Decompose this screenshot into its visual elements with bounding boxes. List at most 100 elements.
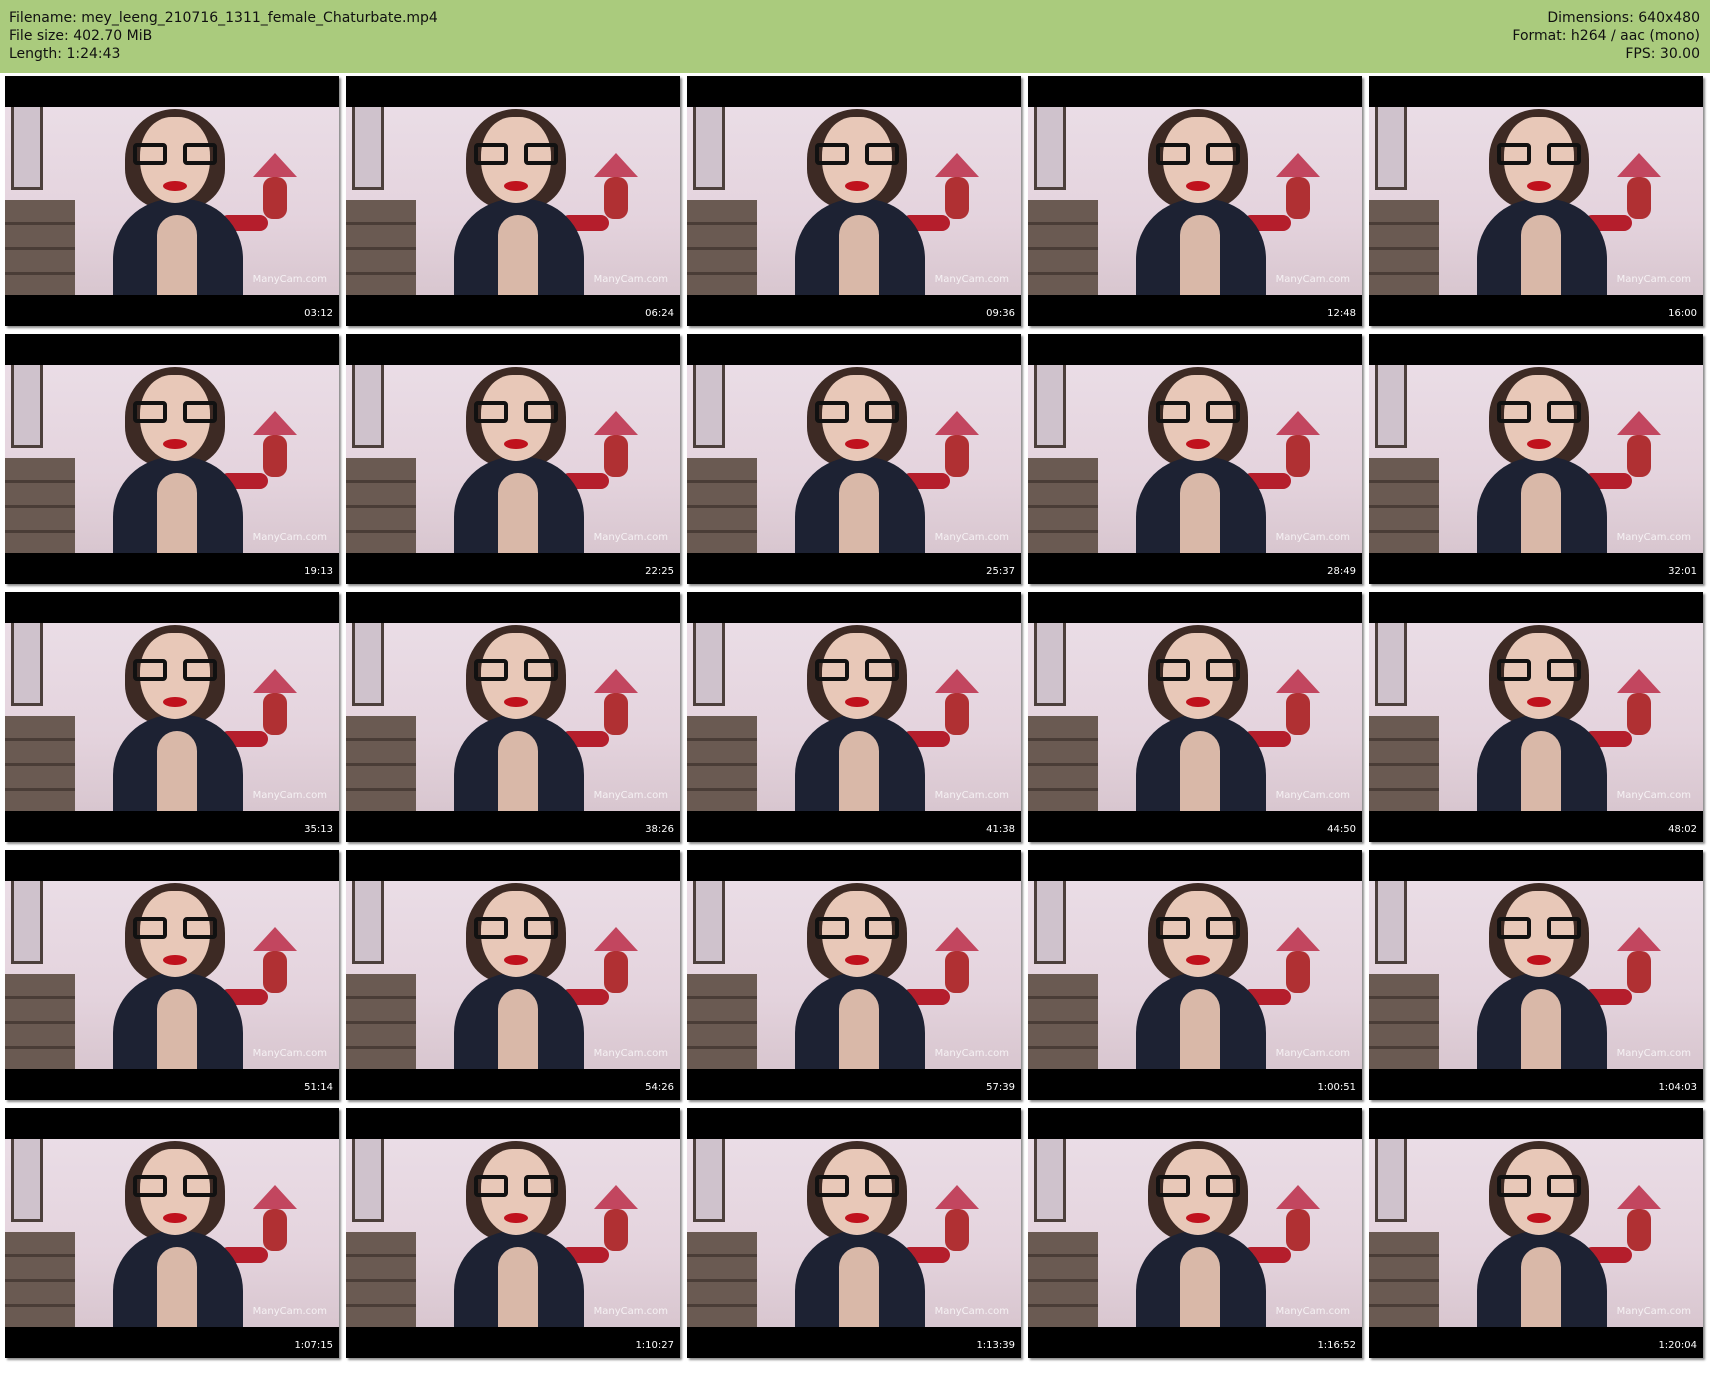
video-thumbnail[interactable]: ManyCam.com 1:07:15 bbox=[5, 1108, 339, 1358]
glasses-shape bbox=[474, 659, 558, 683]
video-thumbnail[interactable]: ManyCam.com 1:16:52 bbox=[1028, 1108, 1362, 1358]
video-thumbnail[interactable]: ManyCam.com 44:50 bbox=[1028, 592, 1362, 842]
video-thumbnail[interactable]: ManyCam.com 06:24 bbox=[346, 76, 680, 326]
frame-image: ManyCam.com bbox=[346, 623, 680, 811]
person-chest-shape bbox=[839, 215, 879, 295]
thumbnail-timestamp: 1:20:04 bbox=[1658, 1340, 1697, 1351]
thumbnail-timestamp: 51:14 bbox=[304, 1082, 333, 1093]
frame-image: ManyCam.com bbox=[687, 881, 1021, 1069]
thumbnail-timestamp: 54:26 bbox=[645, 1082, 674, 1093]
video-thumbnail[interactable]: ManyCam.com 32:01 bbox=[1369, 334, 1703, 584]
frame-image: ManyCam.com bbox=[346, 1139, 680, 1327]
lamp-base-shape bbox=[1627, 435, 1651, 477]
dresser-shape bbox=[687, 716, 757, 811]
video-thumbnail[interactable]: ManyCam.com 03:12 bbox=[5, 76, 339, 326]
video-thumbnail[interactable]: ManyCam.com 38:26 bbox=[346, 592, 680, 842]
lamp-shade-shape bbox=[253, 153, 297, 177]
watermark-text: ManyCam.com bbox=[1616, 532, 1691, 543]
mirror-shape bbox=[352, 107, 384, 190]
lips-shape bbox=[1527, 1213, 1551, 1223]
lips-shape bbox=[1186, 181, 1210, 191]
watermark-text: ManyCam.com bbox=[1616, 790, 1691, 801]
frame-image: ManyCam.com bbox=[687, 365, 1021, 553]
watermark-text: ManyCam.com bbox=[252, 532, 327, 543]
lamp-shade-shape bbox=[1276, 411, 1320, 435]
frame-image: ManyCam.com bbox=[1028, 881, 1362, 1069]
dresser-shape bbox=[1028, 1232, 1098, 1327]
fps-text: FPS: 30.00 bbox=[1625, 46, 1700, 62]
video-thumbnail[interactable]: ManyCam.com 1:10:27 bbox=[346, 1108, 680, 1358]
video-thumbnail[interactable]: ManyCam.com 28:49 bbox=[1028, 334, 1362, 584]
dresser-shape bbox=[1369, 1232, 1439, 1327]
watermark-text: ManyCam.com bbox=[593, 1306, 668, 1317]
person-chest-shape bbox=[1521, 473, 1561, 553]
lamp-shade-shape bbox=[1617, 411, 1661, 435]
video-thumbnail[interactable]: ManyCam.com 51:14 bbox=[5, 850, 339, 1100]
person-chest-shape bbox=[498, 731, 538, 811]
video-thumbnail[interactable]: ManyCam.com 12:48 bbox=[1028, 76, 1362, 326]
lips-shape bbox=[163, 439, 187, 449]
frame-image: ManyCam.com bbox=[1369, 881, 1703, 1069]
watermark-text: ManyCam.com bbox=[1275, 274, 1350, 285]
frame-image: ManyCam.com bbox=[687, 107, 1021, 295]
video-thumbnail[interactable]: ManyCam.com 19:13 bbox=[5, 334, 339, 584]
glasses-shape bbox=[1156, 143, 1240, 167]
thumbnail-timestamp: 1:13:39 bbox=[976, 1340, 1015, 1351]
video-thumbnail[interactable]: ManyCam.com 35:13 bbox=[5, 592, 339, 842]
glasses-shape bbox=[1156, 917, 1240, 941]
thumbnail-timestamp: 09:36 bbox=[986, 308, 1015, 319]
video-thumbnail[interactable]: ManyCam.com 54:26 bbox=[346, 850, 680, 1100]
mirror-shape bbox=[1034, 107, 1066, 190]
lips-shape bbox=[845, 955, 869, 965]
dresser-shape bbox=[5, 1232, 75, 1327]
lamp-shade-shape bbox=[253, 411, 297, 435]
watermark-text: ManyCam.com bbox=[934, 1306, 1009, 1317]
lips-shape bbox=[845, 181, 869, 191]
person-chest-shape bbox=[498, 989, 538, 1069]
lips-shape bbox=[163, 697, 187, 707]
lamp-shade-shape bbox=[594, 153, 638, 177]
thumbnail-timestamp: 38:26 bbox=[645, 824, 674, 835]
thumbnail-timestamp: 1:04:03 bbox=[1658, 1082, 1697, 1093]
mirror-shape bbox=[352, 1139, 384, 1222]
person-chest-shape bbox=[157, 731, 197, 811]
glasses-shape bbox=[1497, 659, 1581, 683]
watermark-text: ManyCam.com bbox=[1616, 274, 1691, 285]
mirror-shape bbox=[693, 1139, 725, 1222]
video-thumbnail[interactable]: ManyCam.com 1:20:04 bbox=[1369, 1108, 1703, 1358]
glasses-shape bbox=[133, 1175, 217, 1199]
frame-image: ManyCam.com bbox=[1369, 365, 1703, 553]
video-thumbnail[interactable]: ManyCam.com 57:39 bbox=[687, 850, 1021, 1100]
person-chest-shape bbox=[1521, 731, 1561, 811]
glasses-shape bbox=[1497, 143, 1581, 167]
filename-text: Filename: mey_leeng_210716_1311_female_C… bbox=[9, 10, 438, 26]
video-thumbnail[interactable]: ManyCam.com 16:00 bbox=[1369, 76, 1703, 326]
lips-shape bbox=[504, 955, 528, 965]
thumbnail-timestamp: 22:25 bbox=[645, 566, 674, 577]
video-thumbnail[interactable]: ManyCam.com 09:36 bbox=[687, 76, 1021, 326]
lamp-shade-shape bbox=[1276, 927, 1320, 951]
watermark-text: ManyCam.com bbox=[593, 790, 668, 801]
video-thumbnail[interactable]: ManyCam.com 41:38 bbox=[687, 592, 1021, 842]
person-chest-shape bbox=[839, 989, 879, 1069]
glasses-shape bbox=[1497, 1175, 1581, 1199]
dresser-shape bbox=[346, 1232, 416, 1327]
lamp-shade-shape bbox=[935, 153, 979, 177]
person-chest-shape bbox=[157, 1247, 197, 1327]
video-thumbnail[interactable]: ManyCam.com 48:02 bbox=[1369, 592, 1703, 842]
video-thumbnail[interactable]: ManyCam.com 25:37 bbox=[687, 334, 1021, 584]
video-thumbnail[interactable]: ManyCam.com 1:13:39 bbox=[687, 1108, 1021, 1358]
lips-shape bbox=[504, 1213, 528, 1223]
video-thumbnail[interactable]: ManyCam.com 22:25 bbox=[346, 334, 680, 584]
video-thumbnail[interactable]: ManyCam.com 1:04:03 bbox=[1369, 850, 1703, 1100]
person-chest-shape bbox=[839, 473, 879, 553]
dresser-shape bbox=[1369, 200, 1439, 295]
lamp-shade-shape bbox=[935, 1185, 979, 1209]
mirror-shape bbox=[1375, 107, 1407, 190]
person-chest-shape bbox=[1180, 1247, 1220, 1327]
lamp-base-shape bbox=[263, 177, 287, 219]
watermark-text: ManyCam.com bbox=[934, 790, 1009, 801]
video-thumbnail[interactable]: ManyCam.com 1:00:51 bbox=[1028, 850, 1362, 1100]
lamp-base-shape bbox=[263, 435, 287, 477]
person-chest-shape bbox=[839, 731, 879, 811]
